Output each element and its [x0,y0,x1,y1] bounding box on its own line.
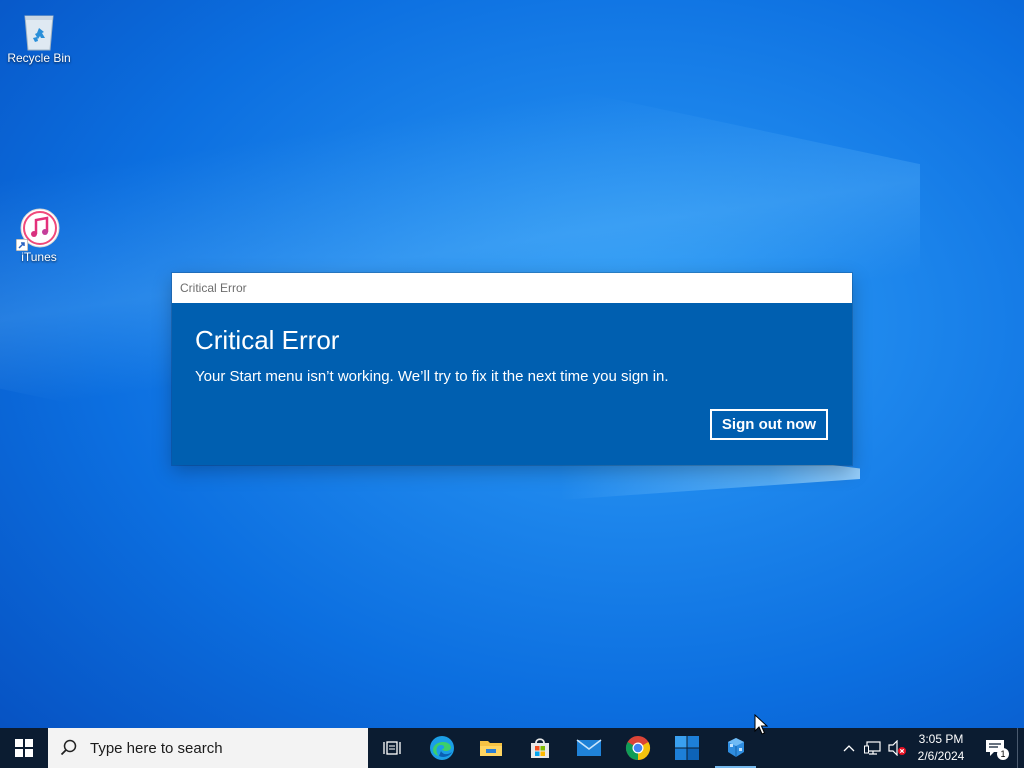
chrome-icon [625,736,650,760]
taskbar-windows-app[interactable] [662,728,711,768]
sign-out-now-button[interactable]: Sign out now [710,409,828,440]
windows-logo-icon [15,739,33,757]
mail-icon [576,739,601,756]
search-input[interactable] [88,738,342,758]
taskbar-chrome[interactable] [613,728,662,768]
taskbar-mail[interactable] [564,728,613,768]
chevron-up-icon [843,745,855,752]
volume-tray-button[interactable] [885,728,909,768]
dialog-body: Critical Error Your Start menu isn’t wor… [172,303,852,465]
taskbar: 3:05 PM 2/6/2024 1 [0,728,1024,768]
start-button[interactable] [0,728,48,768]
desktop-icon-itunes[interactable]: iTunes [1,207,77,264]
itunes-icon [16,207,60,251]
dialog-heading: Critical Error [195,325,340,355]
mouse-cursor-icon [754,714,768,735]
task-view-icon [382,741,401,755]
folder-icon [479,741,502,756]
task-view-button[interactable] [368,728,417,768]
show-hidden-icons-button[interactable] [837,728,861,768]
show-desktop-button[interactable] [1017,728,1024,768]
taskbar-file-explorer[interactable] [466,728,515,768]
network-icon [864,741,881,755]
volume-muted-icon [888,740,906,756]
dialog-message: Your Start menu isn’t working. We’ll try… [195,368,669,385]
desktop-icon-label: iTunes [21,250,57,264]
edge-icon [429,736,454,760]
taskbar-edge[interactable] [417,728,466,768]
desktop-icon-recycle-bin[interactable]: Recycle Bin [1,8,77,65]
taskbar-active-app[interactable] [711,728,760,768]
desktop-icon-label: Recycle Bin [7,51,71,65]
dialog-window-title: Critical Error [180,281,247,295]
critical-error-dialog: Critical Error Critical Error Your Start… [172,273,852,465]
recycle-bin-icon [19,8,59,51]
shortcut-arrow-icon [16,239,28,251]
taskbar-clock[interactable]: 3:05 PM 2/6/2024 [909,731,973,765]
taskbar-search-box[interactable] [48,728,368,768]
clock-time: 3:05 PM [918,732,964,746]
system-tray: 3:05 PM 2/6/2024 1 [837,728,1024,768]
windows-tiles-icon [674,736,699,760]
action-center-button[interactable]: 1 [973,728,1017,768]
store-icon [530,738,549,758]
network-tray-button[interactable] [861,728,885,768]
app-cubes-icon [727,738,744,757]
notification-count-badge: 1 [997,748,1009,760]
taskbar-microsoft-store[interactable] [515,728,564,768]
dialog-titlebar[interactable]: Critical Error [172,273,852,303]
clock-date: 2/6/2024 [917,749,965,763]
search-icon [60,739,77,756]
